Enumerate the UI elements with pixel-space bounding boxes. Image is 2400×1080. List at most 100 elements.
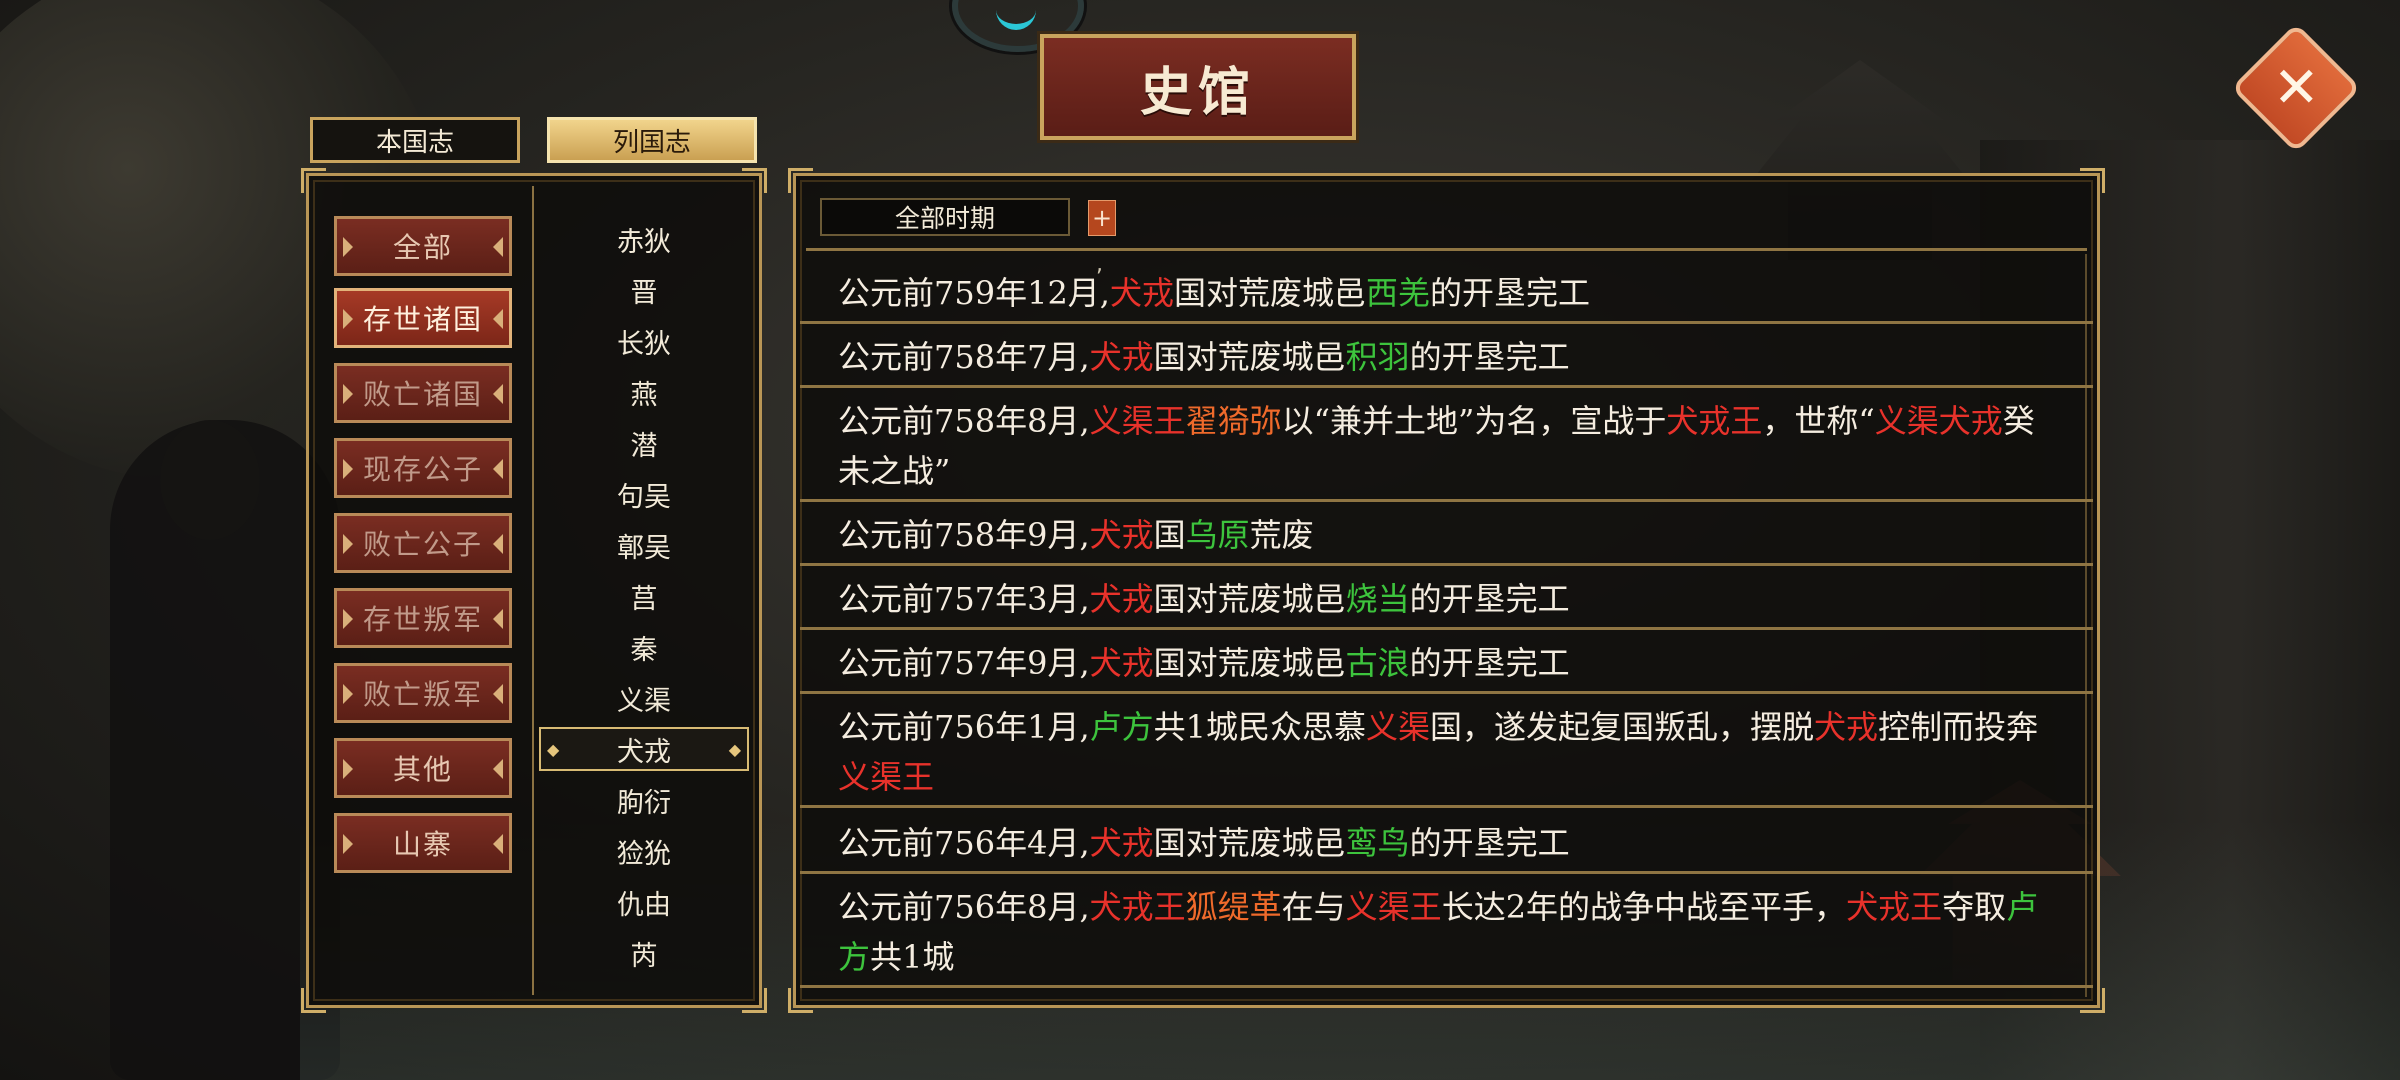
log-text-segment: 犬戎 — [1089, 644, 1154, 682]
log-text-segment: 控制而投奔 — [1878, 708, 2039, 746]
category-panel: 全部存世诸国败亡诸国现存公子败亡公子存世叛军败亡叛军其他山寨 赤狄晋长狄燕潜句吴… — [301, 168, 767, 1013]
log-entry: 公元前758年9月,犬戎国乌原荒废 — [800, 504, 2093, 566]
log-text-segment: 国，遂发起复国叛乱，摆脱 — [1430, 708, 1815, 746]
frame-corner — [742, 168, 767, 193]
nation-item[interactable]: 朐衍 — [539, 778, 749, 822]
bg-figure-head — [160, 420, 260, 540]
nation-item[interactable]: 赤狄 — [539, 217, 749, 261]
nation-item[interactable]: 燕 — [539, 370, 749, 414]
nation-item[interactable]: 晋 — [539, 268, 749, 312]
period-filter[interactable]: 全部时期 — [820, 198, 1070, 236]
nation-item[interactable]: 句吴 — [539, 472, 749, 516]
category-button[interactable]: 山寨 — [334, 813, 512, 873]
log-text-segment: 国对荒废城邑 — [1153, 644, 1346, 682]
log-text-segment: 犬戎 — [1089, 580, 1154, 618]
category-button[interactable]: 败亡诸国 — [334, 363, 512, 423]
nation-item[interactable]: 秦 — [539, 625, 749, 669]
log-text-segment: 公元前756年4月, — [838, 824, 1090, 862]
panel-divider — [532, 186, 534, 995]
nation-item[interactable]: 潜 — [539, 421, 749, 465]
log-text-segment: 在与 — [1281, 888, 1346, 926]
log-text-segment: 的开垦完工 — [1409, 824, 1570, 862]
category-button[interactable]: 败亡叛军 — [334, 663, 512, 723]
log-entry: 公元前756年4月,犬戎国对荒废城邑鸾鸟的开垦完工 — [800, 812, 2093, 874]
log-text-segment: 西羌 — [1366, 274, 1431, 312]
nation-item[interactable]: 长狄 — [539, 319, 749, 363]
log-text-segment: 公元前758年8月, — [838, 402, 1090, 440]
log-text-segment: 犬戎 — [1109, 274, 1174, 312]
log-text-segment: 国对荒废城邑 — [1174, 274, 1367, 312]
log-entry: 公元前758年8月,义渠王翟猗弥以“兼并土地”为名，宣战于犬戎王，世称“义渠犬戎… — [800, 390, 2093, 502]
log-text-segment: 长达2年的战争中战至平手， — [1441, 888, 1847, 926]
ring-glow — [996, 10, 1036, 30]
category-button[interactable]: 其他 — [334, 738, 512, 798]
nation-item[interactable]: 莒 — [539, 574, 749, 618]
category-button[interactable]: 全部 — [334, 216, 512, 276]
log-entry: 公元前756年1月,卢方共1城民众思慕义渠国，遂发起复国叛乱，摆脱犬戎控制而投奔… — [800, 696, 2093, 808]
log-entry: 公元前758年7月,犬戎国对荒废城邑积羽的开垦完工 — [800, 326, 2093, 388]
log-text-segment: 犬戎 — [1089, 338, 1154, 376]
frame-corner — [788, 168, 813, 193]
nation-item[interactable]: 仇由 — [539, 880, 749, 924]
log-text-segment: 的开垦完工 — [1409, 580, 1570, 618]
close-icon: ✕ — [2272, 54, 2320, 120]
log-text-segment: 国对荒废城邑 — [1153, 338, 1346, 376]
category-button[interactable]: 存世诸国 — [334, 288, 512, 348]
log-entry: 公元前756年8月,犬戎王狐缇革在与义渠王长达2年的战争中战至平手，犬戎王夺取卢… — [800, 876, 2093, 988]
log-text-segment: 犬戎 — [1089, 824, 1154, 862]
log-text-segment: 公元前758年7月, — [838, 338, 1090, 376]
tab-nations-history[interactable]: 列国志 — [547, 117, 757, 163]
history-log-panel: 全部时期 + , 公元前759年12月,犬戎国对荒废城邑西羌的开垦完工 公元前75… — [788, 168, 2105, 1013]
log-text-segment: 古浪 — [1345, 644, 1410, 682]
nation-item[interactable]: 芮 — [539, 931, 749, 975]
log-text-segment: 的开垦完工 — [1409, 644, 1570, 682]
log-text-segment: 乌原 — [1185, 516, 1250, 554]
log-text-segment: 犬戎 — [1089, 516, 1154, 554]
frame-corner — [2080, 168, 2105, 193]
frame-corner — [301, 988, 326, 1013]
log-text-segment: 卢方 — [1089, 708, 1154, 746]
log-text-segment: 共1城民众思慕 — [1153, 708, 1367, 746]
log-text-segment: 公元前756年1月, — [838, 708, 1090, 746]
log-entry: 公元前759年12月,犬戎国对荒废城邑西羌的开垦完工 — [800, 262, 2093, 324]
log-text-segment: 公元前758年9月, — [838, 516, 1090, 554]
log-text-segment: 鸾鸟 — [1345, 824, 1410, 862]
log-text-segment: 义渠王 — [838, 758, 935, 796]
log-text-segment: 荒废 — [1249, 516, 1314, 554]
close-button[interactable]: ✕ — [2230, 22, 2362, 154]
category-button[interactable]: 现存公子 — [334, 438, 512, 498]
frame-corner — [301, 168, 326, 193]
log-text-segment: 的开垦完工 — [1409, 338, 1570, 376]
log-text-segment: 积羽 — [1345, 338, 1410, 376]
log-text-segment: 义渠 — [1366, 708, 1431, 746]
log-text-segment: 犬戎王 — [1089, 888, 1186, 926]
log-text-segment: 国 — [1153, 516, 1186, 554]
log-text-segment: 义渠王 — [1345, 888, 1442, 926]
log-text-segment: 犬戎 — [1814, 708, 1879, 746]
log-text-segment: 夺取 — [1942, 888, 2007, 926]
log-text-segment: 的开垦完工 — [1430, 274, 1591, 312]
nation-item[interactable]: 猃狁 — [539, 829, 749, 873]
log-text-segment: 公元前757年3月, — [838, 580, 1090, 618]
log-text-segment: 义渠王 — [1089, 402, 1186, 440]
log-text-segment: 犬戎王 — [1666, 402, 1763, 440]
log-entry: 公元前757年9月,犬戎国对荒废城邑古浪的开垦完工 — [800, 632, 2093, 694]
log-text-segment: 义渠犬戎 — [1874, 402, 2003, 440]
period-expand-button[interactable]: + — [1088, 200, 1116, 236]
nation-item[interactable]: 鄣吴 — [539, 523, 749, 567]
tab-local-history[interactable]: 本国志 — [310, 117, 520, 163]
nation-item[interactable]: 犬戎 — [539, 727, 749, 771]
log-text-segment: 国对荒废城邑 — [1153, 580, 1346, 618]
nation-item[interactable]: 义渠 — [539, 676, 749, 720]
log-text-segment: 公元前756年8月, — [838, 888, 1090, 926]
frame-corner — [742, 988, 767, 1013]
log-text-segment: ，世称“ — [1762, 402, 1875, 440]
category-button[interactable]: 败亡公子 — [334, 513, 512, 573]
log-text-segment: 公元前757年9月, — [838, 644, 1090, 682]
log-text-segment: 翟猗弥 — [1185, 402, 1282, 440]
log-text-segment: 国对荒废城邑 — [1153, 824, 1346, 862]
history-log[interactable]: , 公元前759年12月,犬戎国对荒废城邑西羌的开垦完工 公元前758年7月,犬戎… — [800, 254, 2093, 997]
log-text-segment: 共1城 — [870, 938, 955, 976]
log-text-segment: 公元前759年12月, — [838, 274, 1110, 312]
category-button[interactable]: 存世叛军 — [334, 588, 512, 648]
